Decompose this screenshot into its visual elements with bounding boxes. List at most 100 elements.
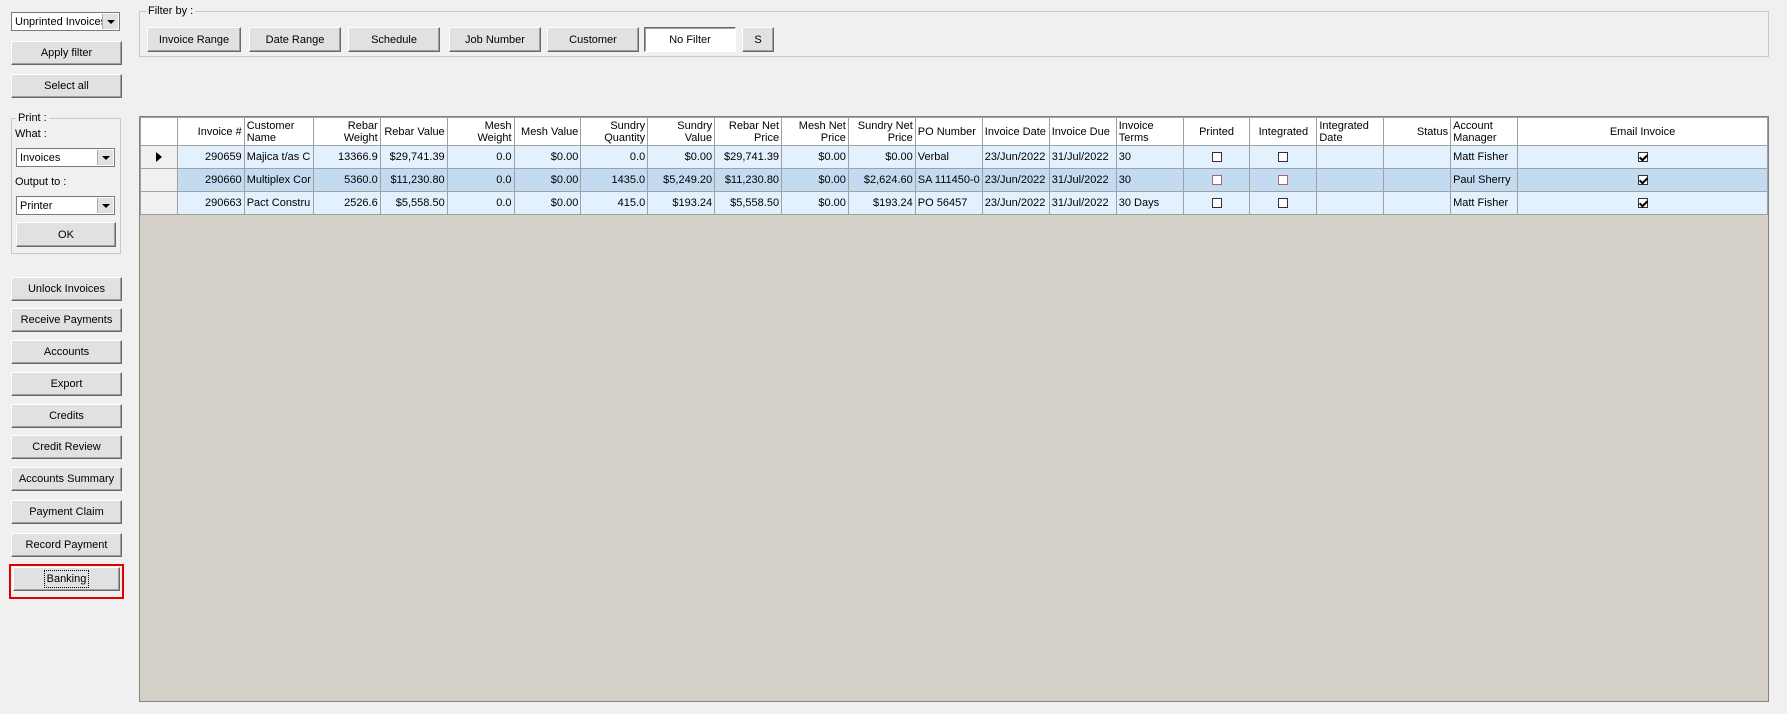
cell-integrated-date[interactable] [1316, 168, 1385, 192]
cell-integrated[interactable] [1249, 168, 1318, 192]
cell-mesh-net[interactable]: $0.00 [781, 168, 849, 192]
payment-claim-button[interactable]: Payment Claim [11, 500, 122, 524]
email-invoice-checkbox[interactable] [1637, 152, 1648, 163]
accounts-summary-button[interactable]: Accounts Summary [11, 467, 122, 491]
cell-printed[interactable] [1182, 145, 1251, 169]
row-header[interactable] [140, 168, 178, 192]
cell-invoice-due[interactable]: 31/Jul/2022 [1048, 145, 1117, 169]
chevron-down-icon[interactable] [102, 14, 118, 29]
banking-button[interactable]: Banking [13, 567, 120, 591]
cell-sundry-net[interactable]: $2,624.60 [847, 168, 916, 192]
cell-invoice-date[interactable]: 23/Jun/2022 [981, 145, 1050, 169]
print-output-select[interactable]: Printer [16, 196, 115, 215]
select-all-button[interactable]: Select all [11, 74, 122, 98]
cell-mesh-value[interactable]: $0.00 [513, 145, 582, 169]
cell-rebar-net[interactable]: $11,230.80 [714, 168, 783, 192]
cell-printed[interactable] [1182, 191, 1251, 215]
cell-po-number[interactable]: SA 111450-0 [914, 168, 983, 192]
col-mesh-weight[interactable]: Mesh Weight [446, 117, 515, 146]
cell-email-invoice[interactable] [1517, 145, 1768, 169]
printed-checkbox[interactable] [1211, 152, 1222, 163]
credits-button[interactable]: Credits [11, 404, 122, 428]
col-rebar-value[interactable]: Rebar Value [379, 117, 448, 146]
email-invoice-checkbox[interactable] [1637, 198, 1648, 209]
export-button[interactable]: Export [11, 372, 122, 396]
s-button[interactable]: S [742, 27, 774, 52]
cell-status[interactable] [1383, 168, 1452, 192]
integrated-checkbox[interactable] [1278, 175, 1289, 186]
table-row[interactable]: 290659 Majica t/as C 13366.9 $29,741.39 … [140, 145, 1768, 169]
cell-rebar-value[interactable]: $11,230.80 [379, 168, 448, 192]
cell-integrated[interactable] [1249, 145, 1318, 169]
cell-printed[interactable] [1182, 168, 1251, 192]
cell-sundry-value[interactable]: $5,249.20 [647, 168, 716, 192]
col-rebar-weight[interactable]: Rebar Weight [312, 117, 381, 146]
invoice-range-button[interactable]: Invoice Range [147, 27, 241, 52]
integrated-checkbox[interactable] [1278, 152, 1289, 163]
cell-rebar-net[interactable]: $5,558.50 [714, 191, 783, 215]
ok-button[interactable]: OK [16, 222, 116, 247]
cell-mesh-weight[interactable]: 0.0 [446, 191, 515, 215]
col-invoice-date[interactable]: Invoice Date [981, 117, 1050, 146]
cell-invoice-terms[interactable]: 30 [1115, 168, 1184, 192]
customer-button[interactable]: Customer [547, 27, 639, 52]
cell-invoice[interactable]: 290663 [176, 191, 245, 215]
chevron-down-icon[interactable] [97, 150, 113, 165]
cell-mesh-net[interactable]: $0.00 [781, 145, 849, 169]
col-po-number[interactable]: PO Number [914, 117, 983, 146]
col-account-manager[interactable]: Account Manager [1450, 117, 1519, 146]
cell-sundry-qty[interactable]: 415.0 [580, 191, 649, 215]
col-printed[interactable]: Printed [1182, 117, 1251, 146]
cell-integrated-date[interactable] [1316, 191, 1385, 215]
cell-rebar-weight[interactable]: 2526.6 [312, 191, 381, 215]
cell-status[interactable] [1383, 191, 1452, 215]
chevron-down-icon[interactable] [97, 198, 113, 213]
col-mesh-value[interactable]: Mesh Value [513, 117, 582, 146]
col-integrated[interactable]: Integrated [1249, 117, 1318, 146]
cell-sundry-qty[interactable]: 1435.0 [580, 168, 649, 192]
col-sundry-net[interactable]: Sundry Net Price [847, 117, 916, 146]
table-row[interactable]: 290663 Pact Constru 2526.6 $5,558.50 0.0… [140, 191, 1768, 215]
integrated-checkbox[interactable] [1278, 198, 1289, 209]
invoice-filter-select[interactable]: Unprinted Invoices [11, 12, 120, 31]
date-range-button[interactable]: Date Range [249, 27, 341, 52]
cell-integrated-date[interactable] [1316, 145, 1385, 169]
unlock-invoices-button[interactable]: Unlock Invoices [11, 277, 122, 301]
cell-rebar-value[interactable]: $29,741.39 [379, 145, 448, 169]
cell-invoice[interactable]: 290660 [176, 168, 245, 192]
cell-invoice-due[interactable]: 31/Jul/2022 [1048, 191, 1117, 215]
cell-rebar-value[interactable]: $5,558.50 [379, 191, 448, 215]
cell-rebar-net[interactable]: $29,741.39 [714, 145, 783, 169]
cell-customer[interactable]: Multiplex Cor [243, 168, 314, 192]
cell-email-invoice[interactable] [1517, 191, 1768, 215]
col-mesh-net[interactable]: Mesh Net Price [781, 117, 849, 146]
record-payment-button[interactable]: Record Payment [11, 533, 122, 557]
cell-rebar-weight[interactable]: 13366.9 [312, 145, 381, 169]
cell-mesh-value[interactable]: $0.00 [513, 168, 582, 192]
row-header[interactable] [140, 145, 178, 169]
no-filter-button[interactable]: No Filter [644, 27, 736, 52]
apply-filter-button[interactable]: Apply filter [11, 41, 122, 65]
printed-checkbox[interactable] [1211, 175, 1222, 186]
cell-sundry-net[interactable]: $193.24 [847, 191, 916, 215]
print-what-select[interactable]: Invoices [16, 148, 115, 167]
cell-account-manager[interactable]: Matt Fisher [1450, 145, 1519, 169]
col-email-invoice[interactable]: Email Invoice [1517, 117, 1768, 146]
cell-invoice-due[interactable]: 31/Jul/2022 [1048, 168, 1117, 192]
cell-account-manager[interactable]: Matt Fisher [1450, 191, 1519, 215]
cell-invoice-date[interactable]: 23/Jun/2022 [981, 191, 1050, 215]
cell-customer[interactable]: Majica t/as C [243, 145, 314, 169]
printed-checkbox[interactable] [1211, 198, 1222, 209]
cell-po-number[interactable]: PO 56457 [914, 191, 983, 215]
schedule-button[interactable]: Schedule [348, 27, 440, 52]
col-invoice-due[interactable]: Invoice Due [1048, 117, 1117, 146]
cell-email-invoice[interactable] [1517, 168, 1768, 192]
col-invoice[interactable]: Invoice # [176, 117, 245, 146]
cell-sundry-value[interactable]: $193.24 [647, 191, 716, 215]
cell-invoice[interactable]: 290659 [176, 145, 245, 169]
cell-integrated[interactable] [1249, 191, 1318, 215]
invoice-grid[interactable]: Invoice # Customer Name Rebar Weight Reb… [139, 116, 1769, 702]
col-status[interactable]: Status [1383, 117, 1452, 146]
row-header[interactable] [140, 191, 178, 215]
email-invoice-checkbox[interactable] [1637, 175, 1648, 186]
